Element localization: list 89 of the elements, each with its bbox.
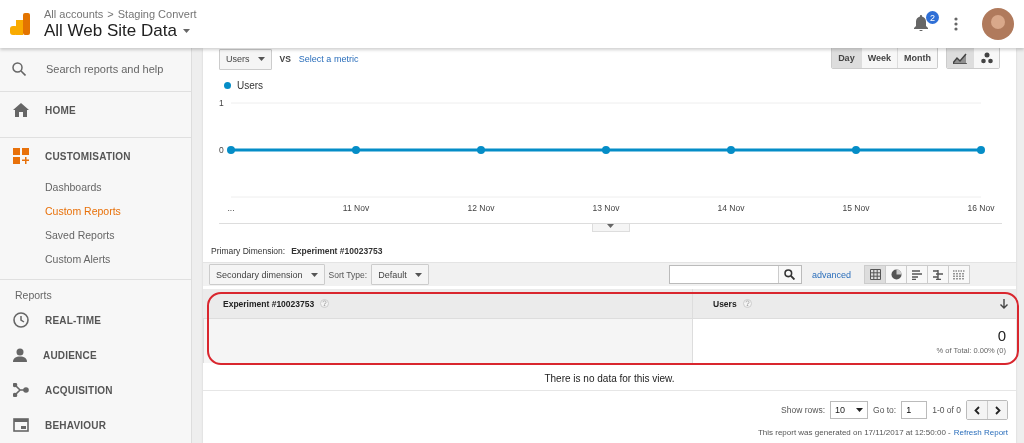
breadcrumb-separator: >: [107, 7, 114, 20]
person-icon: [13, 348, 27, 363]
breadcrumb-link[interactable]: All accounts: [44, 7, 104, 20]
search-icon: [12, 62, 26, 77]
period-button[interactable]: Week: [860, 48, 897, 68]
data-point: [852, 146, 860, 154]
search-button[interactable]: [777, 266, 801, 283]
logo: [10, 13, 30, 35]
x-tick-label: 14 Nov: [717, 203, 745, 213]
data-point: [977, 146, 985, 154]
caret-icon: [257, 57, 265, 61]
pivot-icon[interactable]: [948, 265, 970, 284]
legend-label: Users: [237, 80, 264, 91]
clock-icon: [13, 312, 29, 329]
x-tick-label: ...: [227, 203, 235, 213]
nav-item[interactable]: CUSTOMISATION: [45, 150, 131, 162]
y-tick-label: 0: [219, 145, 224, 155]
caret-icon: [414, 272, 422, 277]
nav-item[interactable]: BEHAVIOUR: [45, 419, 107, 431]
select-metric-link[interactable]: Select a metric: [298, 54, 359, 64]
next-page-button[interactable]: [987, 401, 1007, 419]
window-icon: [13, 418, 29, 433]
caret-icon: [856, 408, 863, 412]
avatar[interactable]: [982, 8, 1014, 40]
range-label: 1-0 of 0: [932, 405, 961, 415]
primary-dimension-label: Primary Dimension:: [211, 246, 286, 256]
x-tick-label: 13 Nov: [592, 203, 620, 213]
nav-item[interactable]: HOME: [45, 104, 76, 116]
period-button[interactable]: Month: [897, 48, 937, 68]
search-icon: [784, 269, 796, 280]
table-search-field[interactable]: [668, 265, 802, 284]
nav-subitem[interactable]: Dashboards: [0, 174, 191, 199]
period-button[interactable]: Day: [832, 48, 861, 68]
caret-icon: [182, 28, 190, 33]
notification-badge: 2: [926, 11, 939, 24]
section-heading: Reports: [14, 287, 53, 303]
more-icon[interactable]: [954, 17, 958, 31]
go-to-field[interactable]: 1: [901, 401, 928, 419]
advanced-link[interactable]: advanced: [811, 269, 851, 280]
previous-page-button[interactable]: [967, 401, 987, 419]
search-field[interactable]: Search reports and help: [44, 62, 184, 77]
total-value: 0: [997, 327, 1006, 344]
column-header[interactable]: Experiment #10023753: [203, 289, 692, 319]
dashboard-add-icon: [13, 148, 29, 165]
rows-select[interactable]: 10: [830, 401, 868, 419]
go-to-label: Go to:: [873, 405, 897, 415]
bubbles-icon[interactable]: [973, 48, 999, 68]
refresh-report-link[interactable]: Refresh Report: [953, 428, 1008, 437]
sort-type-label: Sort Type:: [328, 269, 368, 280]
nav-subitem[interactable]: Saved Reports: [0, 222, 191, 247]
bell-icon[interactable]: [914, 15, 928, 31]
line-chart-icon[interactable]: [947, 48, 973, 68]
show-rows-label: Show rows:: [781, 405, 825, 415]
view-name[interactable]: All Web Site Data: [44, 20, 177, 41]
secondary-dimension-dropdown[interactable]: Secondary dimension: [209, 264, 325, 285]
nav-item[interactable]: AUDIENCE: [43, 349, 97, 361]
x-tick-label: 15 Nov: [842, 203, 870, 213]
nav-item[interactable]: ACQUISITION: [45, 384, 113, 396]
breadcrumb-link[interactable]: Staging Convert: [117, 7, 197, 20]
data-point: [727, 146, 735, 154]
nav-subitem[interactable]: Custom Alerts: [0, 246, 191, 271]
primary-dimension[interactable]: Experiment #10023753: [291, 246, 383, 256]
column-header[interactable]: Users: [692, 289, 1016, 319]
x-tick-label: 12 Nov: [467, 203, 495, 213]
caret-icon: [607, 224, 614, 228]
x-tick-label: 11 Nov: [342, 203, 370, 213]
home-icon: [13, 103, 29, 118]
nav-item[interactable]: REAL-TIME: [45, 314, 102, 326]
caret-icon: [310, 272, 318, 277]
data-point: [477, 146, 485, 154]
generated-note: This report was generated on 17/11/2017 at 12:50:00 -: [757, 428, 951, 437]
data-point: [602, 146, 610, 154]
empty-message: There is no data for this view.: [203, 363, 1016, 391]
x-tick-label: 16 Nov: [967, 203, 995, 213]
data-point: [352, 146, 360, 154]
vs-label: VS: [279, 54, 291, 64]
pie-icon[interactable]: [885, 265, 907, 284]
sort-arrow-icon[interactable]: [1000, 298, 1008, 309]
y-tick-label: 1: [219, 98, 224, 108]
bar-list-icon[interactable]: [906, 265, 928, 284]
table-icon[interactable]: [864, 265, 886, 284]
comparison-icon[interactable]: [927, 265, 949, 284]
collapse-handle[interactable]: [591, 224, 630, 232]
branch-icon: [13, 383, 29, 398]
metric-dropdown[interactable]: Users: [219, 48, 272, 70]
chevron-right-icon: [994, 405, 1001, 415]
sort-type-dropdown[interactable]: Default: [371, 264, 429, 285]
data-point: [227, 146, 235, 154]
chevron-left-icon: [974, 405, 980, 415]
